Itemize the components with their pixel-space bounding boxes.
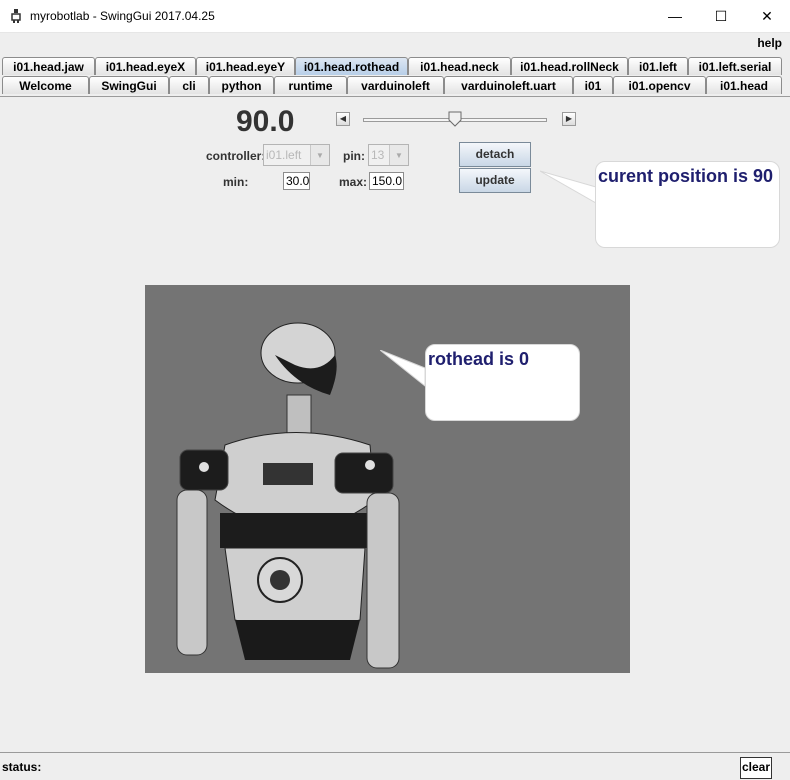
tab-i01-head-neck[interactable]: i01.head.neck [408, 57, 511, 75]
tab-i01-head-eyey[interactable]: i01.head.eyeY [196, 57, 295, 75]
tab-i01-head-rothead[interactable]: i01.head.rothead [295, 57, 408, 75]
min-field[interactable]: 30.0 [283, 172, 310, 190]
controller-value: i01.left [266, 148, 302, 162]
menu-bar: help [0, 33, 790, 55]
tab-i01-left[interactable]: i01.left [628, 57, 688, 75]
tab-varduinoleft[interactable]: varduinoleft [347, 76, 444, 94]
arrow-left-icon: ◀ [339, 114, 347, 123]
title-bar: myrobotlab - SwingGui 2017.04.25 — ☐ ✕ [0, 0, 790, 33]
tab-i01-head-jaw[interactable]: i01.head.jaw [2, 57, 95, 75]
tab-strip: i01.head.jaw i01.head.eyeX i01.head.eyeY… [0, 55, 790, 97]
rothead-speech-bubble: rothead is 0 [425, 344, 580, 421]
tab-i01-head[interactable]: i01.head [706, 76, 782, 94]
pin-label: pin: [343, 149, 365, 163]
min-label: min: [223, 175, 249, 189]
speech-bubble-tail [540, 170, 597, 204]
tab-i01[interactable]: i01 [573, 76, 613, 94]
robot-3d-viewport[interactable]: rothead is 0 [145, 285, 630, 673]
status-bar: status: clear [0, 752, 790, 780]
maximize-button[interactable]: ☐ [698, 0, 744, 32]
slider-decrement-button[interactable]: ◀ [336, 112, 350, 126]
tab-i01-head-rollneck[interactable]: i01.head.rollNeck [511, 57, 628, 75]
chevron-down-icon: ▼ [310, 145, 329, 165]
arrow-right-icon: ▶ [565, 114, 573, 123]
max-label: max: [339, 175, 368, 189]
minimize-icon: — [668, 8, 682, 24]
tab-python[interactable]: python [209, 76, 274, 94]
rothead-bubble-text: rothead is 0 [428, 349, 530, 369]
tab-i01-left-serial[interactable]: i01.left.serial [688, 57, 782, 75]
max-field[interactable]: 150.0 [369, 172, 404, 190]
close-icon: ✕ [761, 7, 773, 24]
status-label: status: [2, 760, 42, 774]
chevron-down-icon: ▼ [389, 145, 408, 165]
robot-app-icon [11, 9, 21, 23]
slider-increment-button[interactable]: ▶ [562, 112, 576, 126]
update-button[interactable]: update [459, 168, 531, 193]
tab-welcome[interactable]: Welcome [2, 76, 89, 94]
controller-label: controller: [206, 149, 266, 163]
pin-select[interactable]: 13 ▼ [368, 144, 409, 166]
tab-i01-opencv[interactable]: i01.opencv [613, 76, 706, 94]
controller-select[interactable]: i01.left ▼ [263, 144, 330, 166]
position-bubble-text: curent position is 90 [598, 166, 774, 186]
speech-bubble-tail [380, 350, 426, 388]
tab-cli[interactable]: cli [169, 76, 209, 94]
maximize-icon: ☐ [714, 7, 728, 24]
servo-panel: 90.0 ◀ ▶ controller: i01.left ▼ pin: 13 … [0, 96, 790, 752]
tab-swinggui[interactable]: SwingGui [89, 76, 169, 94]
tab-varduinoleft-uart[interactable]: varduinoleft.uart [444, 76, 573, 94]
position-slider-thumb[interactable] [448, 111, 462, 127]
minimize-button[interactable]: — [652, 0, 698, 32]
tab-runtime[interactable]: runtime [274, 76, 347, 94]
clear-button[interactable]: clear [740, 757, 772, 779]
detach-button[interactable]: detach [459, 142, 531, 167]
window-title: myrobotlab - SwingGui 2017.04.25 [30, 9, 215, 23]
position-speech-bubble: curent position is 90 [595, 161, 780, 248]
help-menu[interactable]: help [757, 36, 782, 50]
close-button[interactable]: ✕ [744, 0, 790, 32]
pin-value: 13 [371, 148, 385, 162]
tab-i01-head-eyex[interactable]: i01.head.eyeX [95, 57, 196, 75]
position-readout: 90.0 [236, 105, 295, 138]
